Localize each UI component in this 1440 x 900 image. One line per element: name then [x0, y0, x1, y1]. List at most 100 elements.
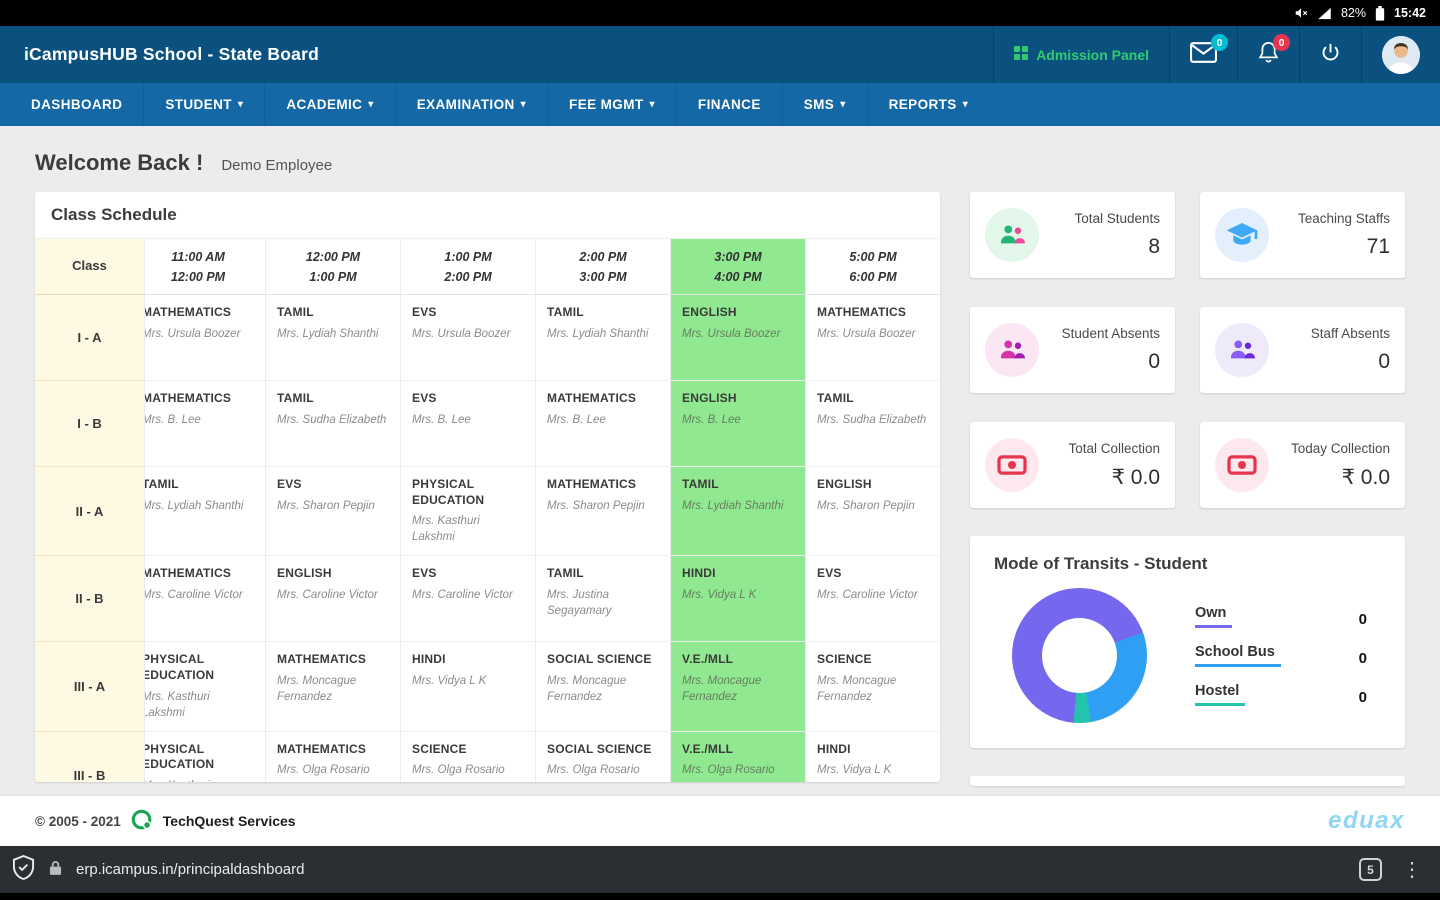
- stat-card-today-collection[interactable]: Today Collection ₹ 0.0: [1200, 422, 1405, 508]
- period-cell: V.E./MLL Mrs. Moncague Fernandez: [671, 642, 806, 732]
- nav-item-label: REPORTS: [888, 97, 957, 112]
- nav-item-dashboard[interactable]: DASHBOARD: [10, 83, 143, 126]
- period-subject: TAMIL: [277, 305, 314, 319]
- stat-card-teaching-staffs[interactable]: Teaching Staffs 71: [1200, 192, 1405, 278]
- app-header: iCampusHUB School - State Board Admissio…: [0, 26, 1440, 83]
- url-text[interactable]: erp.icampus.in/principaldashboard: [76, 861, 1345, 878]
- period-teacher: Mrs. Kasthuri Lakshmi: [412, 515, 480, 544]
- nav-item-label: FEE MGMT: [569, 97, 644, 112]
- nav-item-sms[interactable]: SMS ▾: [781, 83, 867, 126]
- period-subject: ENGLISH: [682, 305, 737, 319]
- period-cell: MATHEMATICS Mrs. Ursula Boozer: [131, 295, 266, 381]
- chevron-down-icon: ▾: [649, 99, 655, 110]
- nav-item-reports[interactable]: REPORTS ▾: [866, 83, 989, 126]
- logout-button[interactable]: [1299, 26, 1361, 83]
- next-card-sliver: [970, 776, 1405, 786]
- schedule-table-scroll[interactable]: Class 11:00 AM 12:00 PM 12:00 PM 1:00 PM 1:00…: [35, 239, 940, 782]
- company-name: TechQuest Services: [162, 813, 296, 829]
- period-teacher: Mrs. Olga Rosario: [277, 764, 370, 777]
- legend-row-school-bus: School Bus 0: [1195, 644, 1367, 667]
- admission-panel-link[interactable]: Admission Panel: [993, 26, 1169, 83]
- period-teacher: Mrs. Sharon Pepjin: [277, 499, 375, 512]
- schedule-row: II - B MATHEMATICS Mrs. Caroline Victor ENG…: [35, 556, 940, 643]
- period-cell: TAMIL Mrs. Lydiah Shanthi: [131, 467, 266, 557]
- period-subject: EVS: [277, 477, 302, 491]
- stat-card-student-absents[interactable]: Student Absents 0: [970, 307, 1175, 393]
- period-subject: ENGLISH: [277, 566, 332, 581]
- graduation-cap-icon: [1215, 208, 1269, 262]
- period-cell: PHYSICAL EDUCATION Mrs. Kasthuri Lakshmi: [131, 731, 266, 782]
- period-teacher: Mrs. Lydiah Shanthi: [142, 499, 244, 512]
- people-icon: [1215, 323, 1269, 377]
- gesture-bar: [0, 893, 1440, 900]
- period-teacher: Mrs. Ursula Boozer: [142, 327, 241, 340]
- stat-card-staff-absents[interactable]: Staff Absents 0: [1200, 307, 1405, 393]
- period-subject: EVS: [412, 305, 437, 319]
- period-subject: HINDI: [817, 741, 851, 756]
- nav-item-label: SMS: [803, 97, 835, 112]
- period-subject: MATHEMATICS: [277, 741, 367, 756]
- period-cell: V.E./MLL Mrs. Olga Rosario: [671, 731, 806, 782]
- period-subject: HINDI: [412, 652, 446, 667]
- browser-menu-button[interactable]: ⋮: [1396, 857, 1428, 882]
- schedule-row: I - A MATHEMATICS Mrs. Ursula Boozer TAMIL M…: [35, 295, 940, 381]
- stat-label: Staff Absents: [1310, 326, 1390, 341]
- period-teacher: Mrs. Caroline Victor: [817, 588, 918, 601]
- period-teacher: Mrs. Sharon Pepjin: [547, 499, 645, 512]
- period-cell: MATHEMATICS Mrs. Caroline Victor: [131, 556, 266, 643]
- messages-badge: 0: [1211, 34, 1228, 51]
- period-subject: SOCIAL SCIENCE: [547, 652, 652, 667]
- chevron-down-icon: ▾: [368, 99, 374, 110]
- copyright-text: © 2005 - 2021: [35, 813, 121, 829]
- period-teacher: Mrs. Moncague Fernandez: [682, 674, 762, 704]
- period-cell: MATHEMATICS Mrs. B. Lee: [536, 381, 671, 467]
- messages-button[interactable]: 0: [1169, 26, 1237, 83]
- period-teacher: Mrs. Vidya L K: [682, 588, 757, 601]
- stat-value: ₹ 0.0: [1341, 465, 1390, 489]
- stat-value: 71: [1366, 235, 1390, 258]
- period-subject: TAMIL: [682, 477, 719, 491]
- nav-item-fee-mgmt[interactable]: FEE MGMT ▾: [547, 83, 676, 126]
- stat-label: Total Collection: [1068, 440, 1160, 456]
- period-subject: ENGLISH: [817, 477, 872, 491]
- schedule-row: II - A TAMIL Mrs. Lydiah Shanthi EVS Mrs. Sh…: [35, 467, 940, 557]
- stat-label: Today Collection: [1290, 440, 1390, 456]
- app-title: iCampusHUB School - State Board: [24, 44, 319, 64]
- eduax-brand-text: eduax: [1328, 807, 1405, 834]
- nav-item-student[interactable]: STUDENT ▾: [143, 83, 264, 126]
- schedule-title: Class Schedule: [35, 192, 940, 239]
- nav-item-examination[interactable]: EXAMINATION ▾: [394, 83, 547, 126]
- admission-panel-label: Admission Panel: [1036, 46, 1149, 63]
- notifications-button[interactable]: 0: [1237, 26, 1299, 83]
- period-cell: TAMIL Mrs. Lydiah Shanthi: [266, 295, 401, 381]
- nav-item-finance[interactable]: FINANCE: [675, 83, 782, 126]
- period-subject: PHYSICAL EDUCATION: [142, 652, 215, 682]
- stats-grid: Total Students 8 Teaching Staffs 71 Student …: [970, 192, 1405, 508]
- stat-card-total-collection[interactable]: Total Collection ₹ 0.0: [970, 422, 1175, 508]
- stats-column: Total Students 8 Teaching Staffs 71 Student …: [970, 192, 1405, 786]
- adblock-shield-icon[interactable]: [12, 854, 35, 885]
- eduax-logo: eduax: [1328, 807, 1405, 835]
- period-subject: TAMIL: [547, 305, 584, 319]
- nav-item-label: DASHBOARD: [31, 97, 123, 112]
- stat-card-total-students[interactable]: Total Students 8: [970, 192, 1175, 278]
- banknote-icon: [985, 438, 1039, 492]
- period-cell: EVS Mrs. Ursula Boozer: [401, 295, 536, 381]
- tab-switcher-button[interactable]: 5: [1359, 858, 1382, 881]
- welcome-row: Welcome Back ! Demo Employee: [35, 150, 1405, 176]
- period-cell: MATHEMATICS Mrs. Sharon Pepjin: [536, 467, 671, 557]
- period-cell: HINDI Mrs. Vidya L K: [401, 642, 536, 732]
- chevron-down-icon: ▾: [520, 99, 527, 110]
- page-footer: © 2005 - 2021 TechQuest Services eduax: [0, 796, 1440, 846]
- class-label: II - A: [35, 467, 145, 557]
- period-subject: HINDI: [682, 566, 716, 581]
- legend-value: 0: [1358, 689, 1367, 706]
- period-subject: ENGLISH: [682, 391, 737, 405]
- clock-time: 15:42: [1394, 6, 1426, 20]
- period-subject: SOCIAL SCIENCE: [547, 741, 652, 756]
- period-subject: PHYSICAL EDUCATION: [142, 741, 215, 772]
- power-icon: [1320, 42, 1341, 68]
- profile-avatar[interactable]: [1361, 26, 1440, 83]
- nav-item-academic[interactable]: ACADEMIC ▾: [264, 83, 394, 126]
- browser-url-bar: erp.icampus.in/principaldashboard 5 ⋮: [0, 846, 1440, 893]
